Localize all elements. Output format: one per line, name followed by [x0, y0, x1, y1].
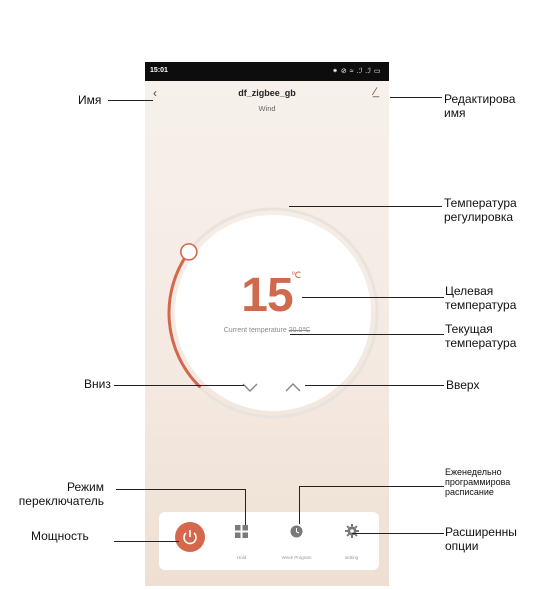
setting-label: setting: [344, 555, 359, 560]
callout-weekly-line1: Еженедельно: [445, 467, 502, 477]
callout-line: [352, 533, 444, 534]
dial-knob[interactable]: [180, 243, 198, 261]
callout-current-line2: температура: [445, 336, 517, 350]
callout-temp-adjust-line2: регулировка: [444, 210, 514, 224]
device-name: df_zigbee_gb: [238, 88, 296, 98]
current-temperature: Current temperature 20.0℃: [145, 326, 389, 334]
status-time: 15:01: [150, 67, 168, 74]
phone-screen: 15:01 ⁕ ⊘ ≈ .ℐ .ℐ ▭ ‹ df_zigbee_gb Wind …: [145, 62, 389, 586]
power-icon: [183, 530, 197, 545]
callout-up: Вверх: [446, 378, 480, 392]
callout-current-line1: Текущая: [445, 322, 493, 336]
gear-icon: [345, 524, 359, 538]
callout-edit-name-line1: Редактирова: [444, 92, 516, 106]
chevron-down-icon[interactable]: [240, 380, 260, 394]
hold-label: Hold: [236, 555, 247, 560]
callout-current-temp: Текущая температура: [445, 322, 516, 350]
power-button[interactable]: [175, 522, 205, 552]
callout-mode-line1: Режим: [67, 480, 104, 494]
callout-line: [299, 486, 444, 487]
callout-line: [108, 100, 153, 101]
callout-weekly: Еженедельно программирова расписание: [445, 467, 510, 497]
callout-advanced-line1: Расширенны: [445, 525, 517, 539]
grid-icon: [235, 525, 248, 538]
callout-weekly-line2: программирова: [445, 477, 511, 487]
status-bar: 15:01 ⁕ ⊘ ≈ .ℐ .ℐ ▭: [145, 62, 389, 81]
status-icons: ⁕ ⊘ ≈ .ℐ .ℐ ▭: [332, 68, 381, 75]
callout-edit-name-line2: имя: [444, 106, 466, 120]
callout-edit-name: Редактирова имя: [444, 92, 515, 120]
clock-icon: [290, 525, 303, 538]
callout-line: [289, 206, 442, 207]
callout-line: [116, 489, 245, 490]
callout-target-line2: температура: [445, 298, 517, 312]
target-temperature: 15: [241, 269, 293, 322]
hold-button[interactable]: Hold: [214, 512, 269, 570]
callout-line: [290, 334, 444, 335]
callout-line: [302, 297, 444, 298]
callout-temp-adjust-line1: Температура: [444, 196, 517, 210]
callout-temp-adjust: Температура регулировка: [444, 196, 517, 224]
device-mode: Wind: [258, 104, 276, 113]
edit-icon[interactable]: ∕̲: [374, 86, 376, 98]
callout-mode: Режим переключатель: [0, 480, 104, 508]
callout-line: [305, 385, 444, 386]
week-program-label: Week Program: [281, 555, 312, 560]
setting-button[interactable]: setting: [324, 512, 379, 570]
callout-name: Имя: [78, 93, 102, 107]
callout-line: [114, 541, 179, 542]
callout-line: [390, 97, 442, 98]
callout-mode-line2: переключатель: [18, 494, 104, 508]
callout-down: Вниз: [84, 377, 111, 391]
callout-line: [114, 385, 244, 386]
callout-advanced: Расширенны опции: [445, 525, 517, 553]
callout-power: Мощность: [31, 529, 89, 543]
current-temperature-label: Current temperature: [223, 327, 287, 334]
callout-line: [245, 489, 246, 525]
chevron-up-icon[interactable]: [283, 380, 303, 394]
callout-target-temp: Целевая температура: [445, 284, 516, 312]
callout-weekly-line3: расписание: [445, 487, 494, 497]
callout-target-line1: Целевая: [445, 284, 494, 298]
callout-advanced-line2: опции: [445, 539, 479, 553]
current-temperature-value: 20.0℃: [288, 327, 311, 334]
callout-line: [299, 486, 300, 524]
temperature-unit: ℃: [291, 270, 302, 280]
week-program-button[interactable]: Week Program: [269, 512, 324, 570]
